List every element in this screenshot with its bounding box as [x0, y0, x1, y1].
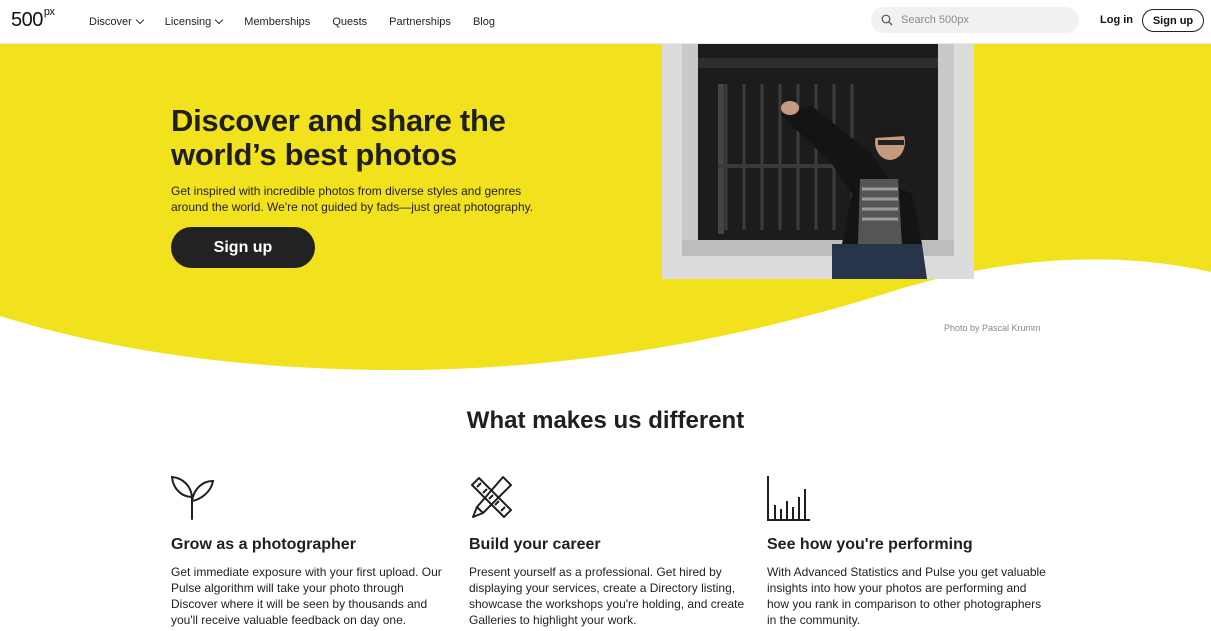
search-input[interactable] [901, 7, 1071, 33]
top-navbar: 500px Discover Licensing Memberships Que… [0, 0, 1211, 44]
photo-credit[interactable]: Photo by Pascal Krumm [944, 323, 1041, 333]
hero-subtitle: Get inspired with incredible photos from… [171, 184, 534, 214]
feature-text: Get immediate exposure with your first u… [171, 565, 442, 627]
chevron-down-icon [135, 15, 145, 25]
bar-chart-icon [767, 476, 810, 521]
nav-memberships-label: Memberships [244, 16, 311, 28]
search-icon [881, 14, 893, 26]
section-title: What makes us different [466, 407, 745, 434]
pencil-ruler-icon [471, 476, 512, 518]
nav-blog[interactable]: Blog [473, 16, 495, 28]
feature-grow: Grow as a photographer Get immediate exp… [171, 475, 451, 628]
logo-text: 500 [11, 9, 43, 31]
login-link[interactable]: Log in [1100, 14, 1133, 26]
nav-links: Discover Licensing Memberships Quests Pa… [89, 0, 517, 44]
logo-sup: px [43, 6, 55, 19]
nav-partnerships-label: Partnerships [389, 16, 451, 28]
hero: Discover and share the world’s best phot… [0, 44, 1211, 374]
feature-career: Build your career Present yourself as a … [469, 475, 749, 628]
feature-title: See how you're performing [767, 536, 973, 553]
feature-text: Present yourself as a professional. Get … [469, 565, 745, 627]
nav-discover-label: Discover [89, 16, 132, 28]
search-bar [871, 7, 1079, 33]
chevron-down-icon [215, 15, 224, 25]
hero-signup-button[interactable]: Sign up [171, 227, 315, 268]
nav-discover[interactable]: Discover [89, 15, 145, 28]
feature-title: Grow as a photographer [171, 536, 356, 553]
nav-memberships[interactable]: Memberships [244, 16, 310, 28]
feature-performance: See how you're performing With Advanced … [767, 475, 1047, 628]
signup-nav-button[interactable]: Sign up [1142, 9, 1204, 32]
nav-blog-label: Blog [472, 16, 495, 28]
nav-licensing-label: Licensing [164, 16, 212, 28]
nav-licensing[interactable]: Licensing [164, 15, 224, 28]
hero-title: Discover and share the world’s best phot… [171, 103, 506, 172]
hero-photo [662, 44, 974, 279]
nav-partnerships[interactable]: Partnerships [389, 16, 451, 28]
feature-text: With Advanced Statistics and Pulse you g… [767, 565, 1046, 627]
feature-title: Build your career [469, 536, 601, 553]
logo[interactable]: 500px [11, 6, 55, 32]
nav-quests-label: Quests [332, 16, 368, 28]
sprout-icon [171, 475, 215, 520]
nav-quests[interactable]: Quests [332, 16, 367, 28]
